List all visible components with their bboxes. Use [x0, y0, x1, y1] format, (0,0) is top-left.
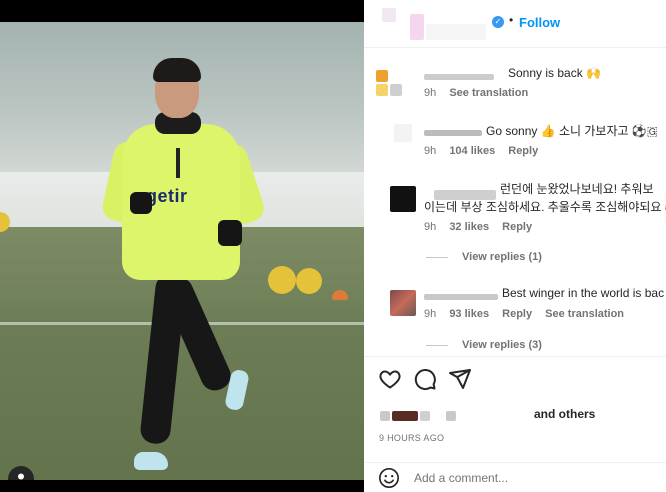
- avatar[interactable]: [390, 290, 416, 316]
- avatar: [410, 14, 424, 40]
- username-blurred[interactable]: [424, 130, 482, 136]
- post-image[interactable]: getir: [0, 22, 364, 480]
- liked-by-avatar: [420, 411, 430, 421]
- add-comment-input[interactable]: [414, 471, 634, 485]
- post-header: ✓ • Follow: [364, 0, 666, 48]
- comment-text-line: 이는데 부상 조심하세요. 추울수록 조심해야되요 🥰 응원: [424, 200, 666, 214]
- player-glove: [130, 192, 152, 214]
- heart-icon[interactable]: [378, 367, 402, 391]
- comment-text: Go sonny 👍 소니 가보자고 ⚽🇬: [486, 124, 658, 138]
- avatar[interactable]: [382, 8, 396, 22]
- bottom-band: [0, 480, 364, 492]
- reply-divider: [426, 257, 448, 258]
- avatar[interactable]: [376, 70, 388, 82]
- jersey-sponsor: getir: [146, 186, 188, 206]
- comment-likes[interactable]: 32 likes: [449, 221, 489, 233]
- post-timestamp[interactable]: 9 HOURS AGO: [379, 433, 444, 443]
- liked-by-avatar[interactable]: [380, 411, 390, 421]
- comment-time: 9h: [424, 145, 437, 157]
- reply-button[interactable]: Reply: [502, 221, 532, 233]
- comment-meta: 9h 93 likes Reply See translation: [424, 308, 634, 320]
- comment-meta: 9h 32 likes Reply: [424, 221, 542, 233]
- comment-likes[interactable]: 104 likes: [449, 145, 495, 157]
- training-ball: [296, 268, 322, 294]
- view-replies-button[interactable]: View replies (3): [462, 339, 542, 351]
- top-band: [0, 0, 364, 22]
- emoji-icon[interactable]: [378, 467, 400, 489]
- comment-time: 9h: [424, 221, 437, 233]
- liked-by-text[interactable]: and others: [534, 407, 595, 421]
- username-blurred[interactable]: [424, 74, 494, 80]
- comment-time: 9h: [424, 308, 437, 320]
- post-sidebar: ✓ • Follow Sonny is back 🙌 9h See transl…: [364, 0, 666, 492]
- comment-text: Sonny is back 🙌: [508, 66, 601, 80]
- share-icon[interactable]: [448, 367, 472, 391]
- see-translation-link[interactable]: See translation: [449, 87, 528, 99]
- comment-icon[interactable]: [413, 367, 437, 391]
- player-figure: getir: [100, 52, 270, 480]
- player-glove: [218, 220, 242, 246]
- player-legs: [139, 272, 236, 446]
- post-actions: and others 9 HOURS AGO: [364, 356, 666, 446]
- username-blurred[interactable]: [426, 24, 486, 40]
- comment-text: Best winger in the world is bac: [502, 286, 665, 300]
- comment-time: 9h: [424, 87, 437, 99]
- follow-button[interactable]: Follow: [519, 15, 560, 30]
- reply-button[interactable]: Reply: [508, 145, 538, 157]
- reply-button[interactable]: Reply: [502, 308, 532, 320]
- training-cone: [332, 290, 348, 300]
- dot-separator: •: [509, 13, 514, 27]
- comment-meta: 9h See translation: [424, 87, 538, 99]
- comment-text-line: 런던에 눈왔었나보네요! 추워보: [500, 182, 654, 196]
- view-replies-button[interactable]: View replies (1): [462, 251, 542, 263]
- avatar[interactable]: [390, 186, 416, 212]
- player-boot: [134, 452, 168, 470]
- comment-likes[interactable]: 93 likes: [449, 308, 489, 320]
- jersey-zip: [176, 148, 180, 178]
- liked-by-avatar: [392, 411, 418, 421]
- player-hair: [153, 58, 201, 82]
- avatar: [390, 84, 402, 96]
- avatar: [376, 84, 388, 96]
- see-translation-link[interactable]: See translation: [545, 308, 624, 320]
- liked-by-avatar: [446, 411, 456, 421]
- verified-icon: ✓: [492, 16, 504, 28]
- comment-meta: 9h 104 likes Reply: [424, 145, 548, 157]
- comment-composer: [364, 462, 666, 492]
- training-ball: [268, 266, 296, 294]
- avatar[interactable]: [394, 124, 412, 142]
- reply-divider: [426, 345, 448, 346]
- username-blurred[interactable]: [424, 294, 498, 300]
